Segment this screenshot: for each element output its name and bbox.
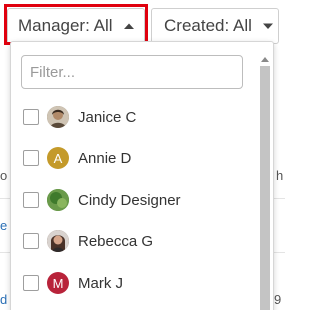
checkbox[interactable]	[23, 109, 39, 125]
created-filter-button[interactable]: Created: All	[151, 8, 279, 44]
background-text-fragment: 9	[274, 292, 282, 307]
option-mark-j[interactable]: M Mark J	[11, 263, 255, 303]
checkbox[interactable]	[23, 275, 39, 291]
background-text-fragment: o	[0, 168, 8, 183]
created-filter-label: Created: All	[164, 16, 252, 35]
option-label: Mark J	[78, 274, 123, 292]
option-rebecca-g[interactable]: Rebecca G	[11, 221, 255, 261]
option-janice-c[interactable]: Janice C	[11, 97, 255, 137]
avatar-photo	[47, 230, 69, 252]
option-label: Annie D	[78, 149, 132, 167]
manager-dropdown-panel: Janice C A Annie D Cindy Designer	[10, 41, 274, 310]
filter-input[interactable]	[21, 55, 243, 89]
background-divider	[274, 252, 285, 253]
manager-filter-button[interactable]: Manager: All	[7, 8, 145, 44]
person-photo-icon	[47, 230, 69, 252]
option-cindy-designer[interactable]: Cindy Designer	[11, 180, 255, 220]
background-divider	[0, 252, 10, 253]
option-label: Janice C	[78, 108, 137, 126]
background-text-fragment: h	[276, 168, 284, 183]
checkbox[interactable]	[23, 150, 39, 166]
background-divider	[0, 198, 10, 199]
background-link-fragment: e	[0, 218, 8, 233]
background-divider	[274, 198, 285, 199]
option-label: Rebecca G	[78, 232, 154, 250]
green-photo-icon	[47, 189, 69, 211]
page: o h e d 9 Manager: All Created: All Filt…	[0, 0, 285, 310]
option-label: Cindy Designer	[78, 191, 181, 209]
avatar-photo	[47, 106, 69, 128]
caret-up-icon	[123, 23, 134, 29]
checkbox[interactable]	[23, 192, 39, 208]
caret-down-icon	[262, 23, 273, 29]
scrollbar-thumb[interactable]	[260, 66, 270, 310]
person-photo-icon	[47, 106, 69, 128]
avatar-letter: M	[47, 272, 69, 294]
background-link-fragment: d	[0, 292, 8, 307]
avatar-letter: A	[47, 147, 69, 169]
manager-filter-label: Manager: All	[18, 16, 113, 35]
avatar-photo	[47, 189, 69, 211]
checkbox[interactable]	[23, 233, 39, 249]
option-annie-d[interactable]: A Annie D	[11, 138, 255, 178]
scroll-up-arrow-icon[interactable]	[259, 54, 271, 64]
